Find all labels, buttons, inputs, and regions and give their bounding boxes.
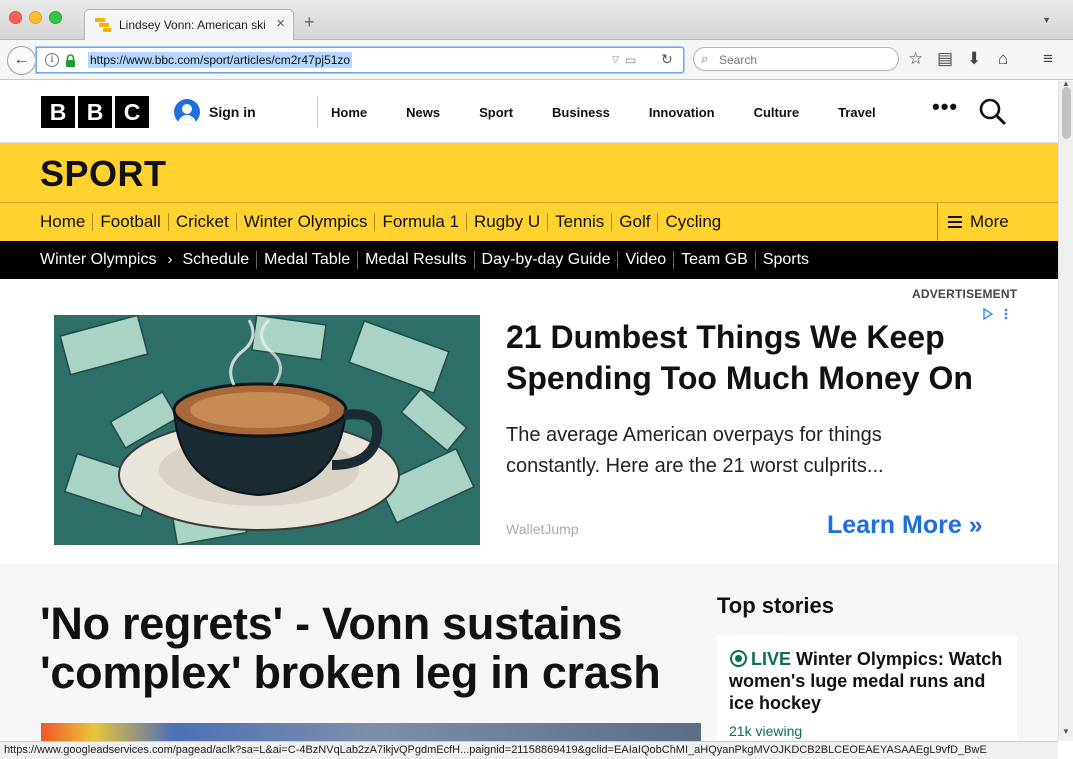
main-nav: Home News Sport Business Innovation Cult… — [317, 97, 902, 127]
nav-innovation[interactable]: Innovation — [649, 105, 715, 120]
article-section: 'No regrets' - Vonn sustains 'complex' b… — [0, 563, 1058, 741]
sport-nav-home[interactable]: Home — [40, 213, 94, 231]
sign-in-link[interactable]: Sign in — [174, 99, 256, 125]
logo-letter: C — [115, 96, 149, 128]
top-story-viewers: 21k viewing — [729, 723, 803, 739]
browser-navbar: ← i https://www.bbc.com/sport/articles/c… — [0, 40, 1073, 80]
article-headline: 'No regrets' - Vonn sustains 'complex' b… — [40, 598, 661, 698]
subnav-medal-table[interactable]: Medal Table — [257, 251, 359, 269]
sport-banner: SPORT — [0, 143, 1058, 203]
scroll-thumb[interactable] — [1062, 87, 1071, 139]
subnav-medal-results[interactable]: Medal Results — [358, 251, 475, 269]
ad-headline[interactable]: 21 Dumbest Things We Keep Spending Too M… — [506, 317, 1006, 399]
home-icon[interactable]: ⌂ — [998, 49, 1008, 69]
search-icon: ⌕ — [701, 51, 709, 66]
status-bar-link-preview: https://www.googleadservices.com/pagead/… — [0, 741, 1058, 759]
tab-close-icon[interactable]: × — [276, 15, 285, 32]
sport-title[interactable]: SPORT — [40, 153, 167, 195]
logo-letter: B — [41, 96, 75, 128]
article-hero-image — [41, 723, 701, 741]
top-story-card[interactable]: LIVE Winter Olympics: Watch women's luge… — [717, 635, 1017, 741]
page-scrollbar[interactable]: ▲ ▼ — [1058, 79, 1073, 741]
bbc-masthead: B B C Sign in Home News Sport Business I… — [0, 81, 1058, 143]
top-story-headline[interactable]: LIVE Winter Olympics: Watch women's luge… — [729, 648, 1009, 714]
scroll-down-icon[interactable]: ▼ — [1062, 727, 1070, 736]
browser-tab[interactable]: Lindsey Vonn: American ski × — [84, 9, 294, 40]
advertisement[interactable]: ADVERTISEMENT 21 Dumbest Things We Keep … — [0, 279, 1058, 563]
reader-view-icon[interactable]: ▭ — [625, 53, 636, 67]
tab-list-chevron-icon[interactable]: ▼ — [1042, 15, 1051, 25]
subnav-team-gb[interactable]: Team GB — [674, 251, 756, 269]
bbc-logo[interactable]: B B C — [41, 96, 149, 128]
top-stories-title: Top stories — [717, 593, 834, 618]
sport-nav-formula-1[interactable]: Formula 1 — [375, 213, 468, 231]
bookmark-star-icon[interactable]: ☆ — [908, 49, 923, 69]
reload-icon[interactable]: ↻ — [661, 51, 673, 68]
url-dropdown-icon[interactable]: ▽ — [612, 54, 619, 65]
back-button[interactable]: ← — [7, 46, 36, 75]
sport-nav-golf[interactable]: Golf — [612, 213, 659, 231]
sport-nav-cricket[interactable]: Cricket — [169, 213, 237, 231]
search-bar[interactable]: ⌕ Search — [693, 47, 899, 71]
subnav-schedule[interactable]: Schedule — [175, 251, 258, 269]
hamburger-menu-icon[interactable]: ≡ — [1043, 49, 1053, 69]
subnav-sports[interactable]: Sports — [756, 251, 816, 269]
subnav-video[interactable]: Video — [618, 251, 675, 269]
info-icon[interactable]: i — [45, 53, 59, 67]
minimize-window-button[interactable] — [29, 11, 42, 24]
lock-icon — [66, 54, 75, 67]
search-placeholder: Search — [719, 53, 758, 67]
nav-travel[interactable]: Travel — [838, 105, 876, 120]
sport-nav-football[interactable]: Football — [93, 213, 169, 231]
sport-nav-rugby-u[interactable]: Rugby U — [467, 213, 549, 231]
tab-title: Lindsey Vonn: American ski — [119, 18, 266, 32]
sport-nav-tennis[interactable]: Tennis — [548, 213, 613, 231]
reading-list-icon[interactable]: ▤ — [937, 49, 953, 69]
url-bar[interactable]: i https://www.bbc.com/sport/articles/cm2… — [36, 47, 684, 73]
sign-in-label: Sign in — [209, 104, 256, 120]
close-window-button[interactable] — [9, 11, 22, 24]
account-icon — [174, 99, 200, 125]
new-tab-icon[interactable]: + — [304, 12, 315, 33]
ad-body: The average American overpays for things… — [506, 424, 884, 477]
logo-letter: B — [78, 96, 112, 128]
url-text[interactable]: https://www.bbc.com/sport/articles/cm2r4… — [88, 52, 353, 68]
menu-icon — [948, 216, 962, 228]
winter-olympics-subnav: Winter Olympics › Schedule Medal Table M… — [0, 241, 1058, 279]
nav-culture[interactable]: Culture — [754, 105, 800, 120]
browser-titlebar: Lindsey Vonn: American ski × + ▼ — [0, 0, 1073, 40]
subnav-section[interactable]: Winter Olympics — [40, 251, 163, 269]
chevron-right-icon: › — [167, 251, 173, 268]
nav-sport[interactable]: Sport — [479, 105, 513, 120]
web-page: B B C Sign in Home News Sport Business I… — [0, 81, 1058, 741]
nav-business[interactable]: Business — [552, 105, 610, 120]
maximize-window-button[interactable] — [49, 11, 62, 24]
sport-more-label: More — [970, 212, 1009, 231]
ad-learn-more-button[interactable]: Learn More » — [827, 511, 983, 540]
subnav-day-by-day[interactable]: Day-by-day Guide — [475, 251, 619, 269]
sport-more-button[interactable]: More — [937, 203, 1058, 241]
ad-source: WalletJump — [506, 521, 579, 537]
live-label: LIVE — [751, 649, 792, 669]
nav-home[interactable]: Home — [331, 105, 367, 120]
sport-nav-cycling[interactable]: Cycling — [658, 213, 728, 231]
ad-label: ADVERTISEMENT — [912, 287, 1018, 301]
sport-nav-winter-olympics[interactable]: Winter Olympics — [237, 213, 376, 231]
ad-image-coffee-cup[interactable] — [54, 315, 480, 545]
downloads-icon[interactable]: ⬇ — [967, 49, 981, 69]
more-menu-icon[interactable]: ••• — [932, 94, 958, 120]
search-icon[interactable] — [978, 97, 1008, 127]
nav-news[interactable]: News — [406, 105, 440, 120]
bbc-sport-favicon-icon — [95, 18, 111, 32]
sport-nav: Home Football Cricket Winter Olympics Fo… — [0, 203, 1058, 241]
